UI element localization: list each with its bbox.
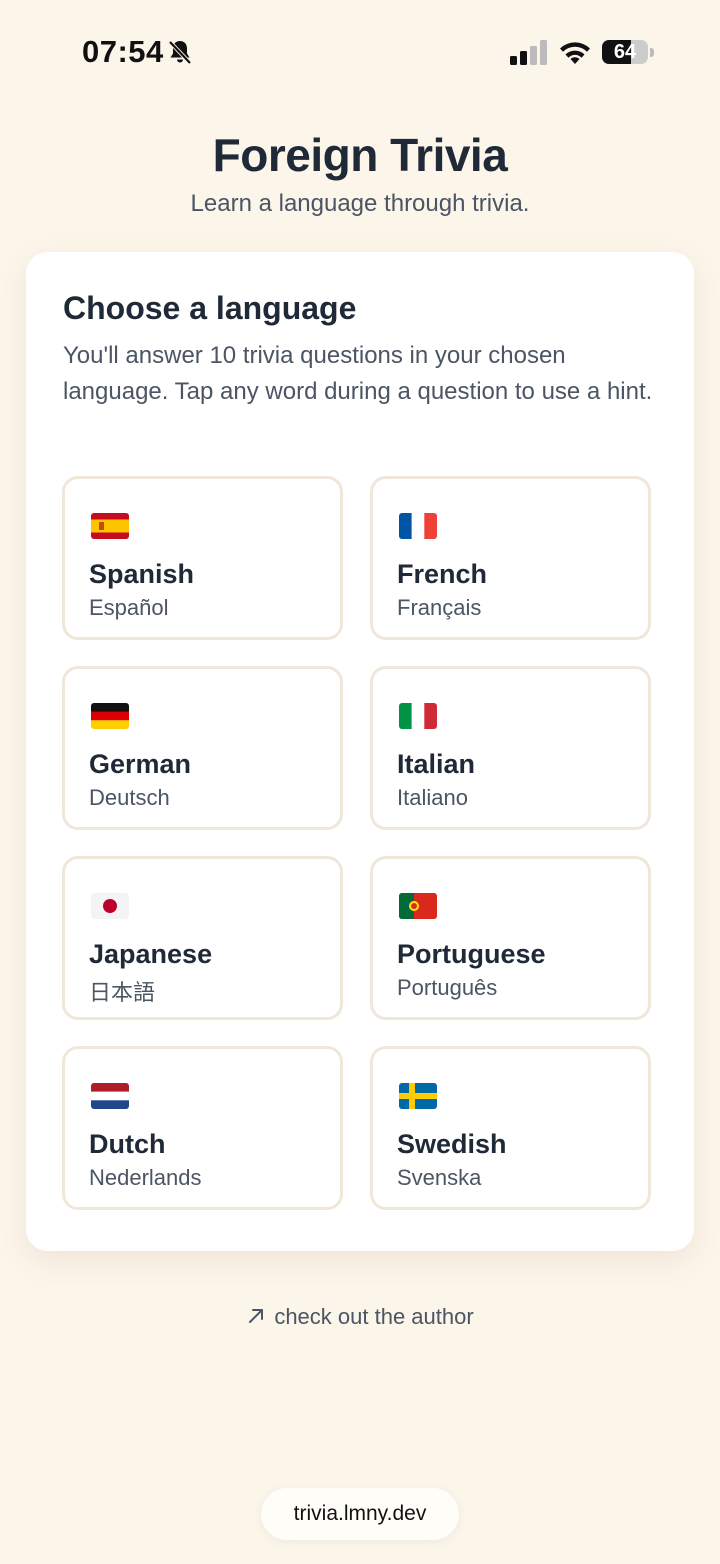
status-bar: 07:54 64 xyxy=(0,0,720,100)
language-name: German xyxy=(89,749,192,779)
battery-percent: 64 xyxy=(613,41,637,63)
language-name: Spanish xyxy=(89,559,195,589)
language-native-name: 日本語 xyxy=(89,980,156,1005)
card-description: You'll answer 10 trivia questions in you… xyxy=(63,342,653,405)
language-name: Dutch xyxy=(89,1129,166,1159)
language-native-name: Svenska xyxy=(397,1165,482,1190)
url-bar[interactable]: trivia.lmny.dev xyxy=(261,1488,459,1540)
language-native-name: Português xyxy=(397,975,498,1000)
france-flag-icon xyxy=(399,513,437,539)
wifi-icon xyxy=(560,42,590,64)
italy-flag-icon xyxy=(399,703,437,729)
language-name: Japanese xyxy=(89,939,213,969)
author-link-label: check out the author xyxy=(274,1304,474,1329)
portugal-flag-icon xyxy=(399,893,437,919)
germany-flag-icon xyxy=(91,703,129,729)
status-time: 07:54 xyxy=(82,34,164,69)
language-option-french[interactable]: French Français xyxy=(370,476,651,640)
language-option-portuguese[interactable]: Portuguese Português xyxy=(370,856,651,1020)
netherlands-flag-icon xyxy=(91,1083,129,1109)
language-native-name: Français xyxy=(397,595,482,620)
language-native-name: Deutsch xyxy=(89,785,170,810)
language-native-name: Italiano xyxy=(397,785,468,810)
spain-flag-icon xyxy=(91,513,129,539)
app-subtitle: Learn a language through trivia. xyxy=(190,190,530,217)
author-link[interactable]: check out the author xyxy=(0,1304,720,1330)
sweden-flag-icon xyxy=(399,1083,437,1109)
language-option-spanish[interactable]: Spanish Español xyxy=(62,476,343,640)
card-title: Choose a language xyxy=(63,290,357,326)
language-picker-card: Choose a language You'll answer 10 trivi… xyxy=(26,252,694,1251)
language-name: French xyxy=(397,559,488,589)
signal-icon xyxy=(510,40,547,65)
language-option-italian[interactable]: Italian Italiano xyxy=(370,666,651,830)
language-native-name: Español xyxy=(89,595,169,620)
language-name: Swedish xyxy=(397,1129,507,1159)
language-name: Portuguese xyxy=(397,939,546,969)
japan-flag-icon xyxy=(91,893,129,919)
language-option-swedish[interactable]: Swedish Svenska xyxy=(370,1046,651,1210)
language-option-dutch[interactable]: Dutch Nederlands xyxy=(62,1046,343,1210)
arrow-up-right-icon xyxy=(249,1309,264,1323)
language-option-german[interactable]: German Deutsch xyxy=(62,666,343,830)
app-title: Foreign Trivia xyxy=(212,129,508,181)
bell-muted-icon xyxy=(168,40,192,65)
language-native-name: Nederlands xyxy=(89,1165,202,1190)
language-name: Italian xyxy=(397,749,476,779)
language-option-japanese[interactable]: Japanese 日本語 xyxy=(62,856,343,1020)
battery-icon: 64 xyxy=(602,40,654,66)
